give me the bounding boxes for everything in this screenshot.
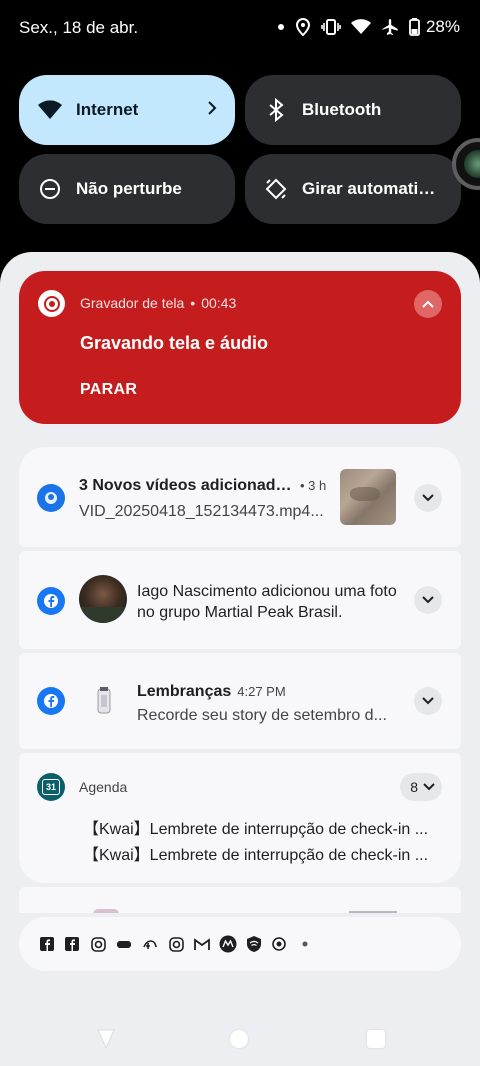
recorder-title: Gravando tela e áudio <box>80 333 269 353</box>
notification-text: Recorde seu story de setembro d... <box>137 707 387 724</box>
tile-label: Bluetooth <box>302 100 382 119</box>
notification-time: • 3 h <box>300 478 327 493</box>
tile-label: Não perturbe <box>76 179 182 198</box>
notification-videos[interactable]: 3 Novos vídeos adicionado.. • 3 h VID_20… <box>19 447 461 547</box>
kwai-icon <box>116 936 132 952</box>
facebook-icon <box>37 687 65 715</box>
motorola-icon <box>219 935 237 953</box>
notification-count: 8 <box>410 779 418 795</box>
expand-button[interactable] <box>414 586 442 614</box>
chevron-up-icon <box>422 300 434 308</box>
bluetooth-icon <box>264 98 288 122</box>
disney-plus-icon <box>142 936 158 952</box>
chevron-down-icon <box>422 596 434 604</box>
notification-line: 【Kwai】Lembrete de interrupção de check-i… <box>83 821 429 838</box>
status-icons: 28% <box>277 17 460 37</box>
notification-title-text: 3 Novos vídeos adicionado.. <box>79 477 294 494</box>
collapse-button[interactable] <box>414 290 442 318</box>
notification-text: VID_20250418_152134473.mp4... <box>79 503 324 520</box>
dot-icon <box>277 23 285 31</box>
notification-facebook-group[interactable]: Iago Nascimento adicionou uma foto no gr… <box>19 551 461 649</box>
expand-button[interactable] <box>414 687 442 715</box>
location-icon <box>295 18 311 36</box>
status-date: Sex., 18 de abr. <box>19 18 139 37</box>
screen-recorder-notification[interactable]: Gravador de tela • 00:43 Gravando tela e… <box>19 271 461 424</box>
vibrate-icon <box>321 19 341 35</box>
gmail-icon <box>194 936 210 952</box>
notification-peek[interactable] <box>19 887 461 913</box>
wifi-icon <box>38 98 62 122</box>
record-icon <box>271 936 287 952</box>
notification-line: 【Kwai】Lembrete de interrupção de check-i… <box>83 847 429 864</box>
notification-time: 4:27 PM <box>237 684 286 699</box>
screen-recorder-icon <box>38 290 65 317</box>
recorder-app-name: Gravador de tela <box>80 295 185 311</box>
notification-icon-shelf[interactable] <box>19 917 461 971</box>
expand-button[interactable]: 8 <box>400 773 442 801</box>
chevron-right-icon <box>207 100 217 121</box>
more-dot-icon <box>297 936 313 952</box>
tile-do-not-disturb[interactable]: Não perturbe <box>19 154 235 224</box>
battery-percent: 28% <box>425 17 460 36</box>
shield-icon <box>245 935 263 953</box>
wifi-icon <box>350 19 371 35</box>
tile-auto-rotate[interactable]: Girar automatica.. <box>245 154 461 224</box>
facebook-icon <box>64 936 80 952</box>
tile-bluetooth[interactable]: Bluetooth <box>245 75 461 145</box>
video-thumbnail <box>340 469 396 525</box>
notification-title: 3 Novos vídeos adicionado.. • 3 h <box>79 477 326 495</box>
auto-rotate-icon <box>264 177 288 201</box>
tile-label: Internet <box>76 100 139 119</box>
home-icon[interactable] <box>230 1030 248 1048</box>
notification-calendar[interactable]: 31 Agenda 8 【Kwai】Lembrete de interrupçã… <box>19 753 461 883</box>
recents-icon[interactable] <box>367 1030 385 1048</box>
facebook-icon <box>37 587 65 615</box>
separator: • <box>190 295 196 311</box>
airplane-icon <box>381 18 399 36</box>
instagram-icon <box>168 936 184 952</box>
do-not-disturb-icon <box>38 177 62 201</box>
facebook-square-icon <box>39 936 55 952</box>
notification-title: Lembranças 4:27 PM <box>137 683 286 701</box>
gallery-app-icon <box>37 484 65 512</box>
tile-label: Girar automatica.. <box>302 179 442 198</box>
chevron-down-icon <box>422 494 434 502</box>
stop-button[interactable]: PARAR <box>80 381 137 399</box>
back-icon[interactable] <box>96 1028 116 1055</box>
notification-app-name: Agenda <box>79 779 128 795</box>
recorder-header: Gravador de tela • 00:43 <box>80 295 236 311</box>
memories-image <box>91 685 117 717</box>
notification-text: Iago Nascimento adicionou uma foto no gr… <box>137 583 397 621</box>
calendar-icon: 31 <box>37 773 65 801</box>
calendar-badge-text: 31 <box>42 779 60 795</box>
expand-button[interactable] <box>414 484 442 512</box>
tile-internet[interactable]: Internet <box>19 75 235 145</box>
notification-title-text: Lembranças <box>137 683 232 700</box>
status-bar: Sex., 18 de abr. 28% <box>0 0 480 56</box>
recorder-time: 00:43 <box>201 295 237 311</box>
chevron-down-icon <box>422 697 434 705</box>
battery-icon <box>409 18 420 36</box>
notification-memories[interactable]: Lembranças 4:27 PM Recorde seu story de s… <box>19 653 461 749</box>
navigation-bar <box>0 1010 480 1066</box>
chevron-down-icon <box>423 783 435 791</box>
avatar <box>79 575 127 623</box>
instagram-icon <box>90 936 106 952</box>
